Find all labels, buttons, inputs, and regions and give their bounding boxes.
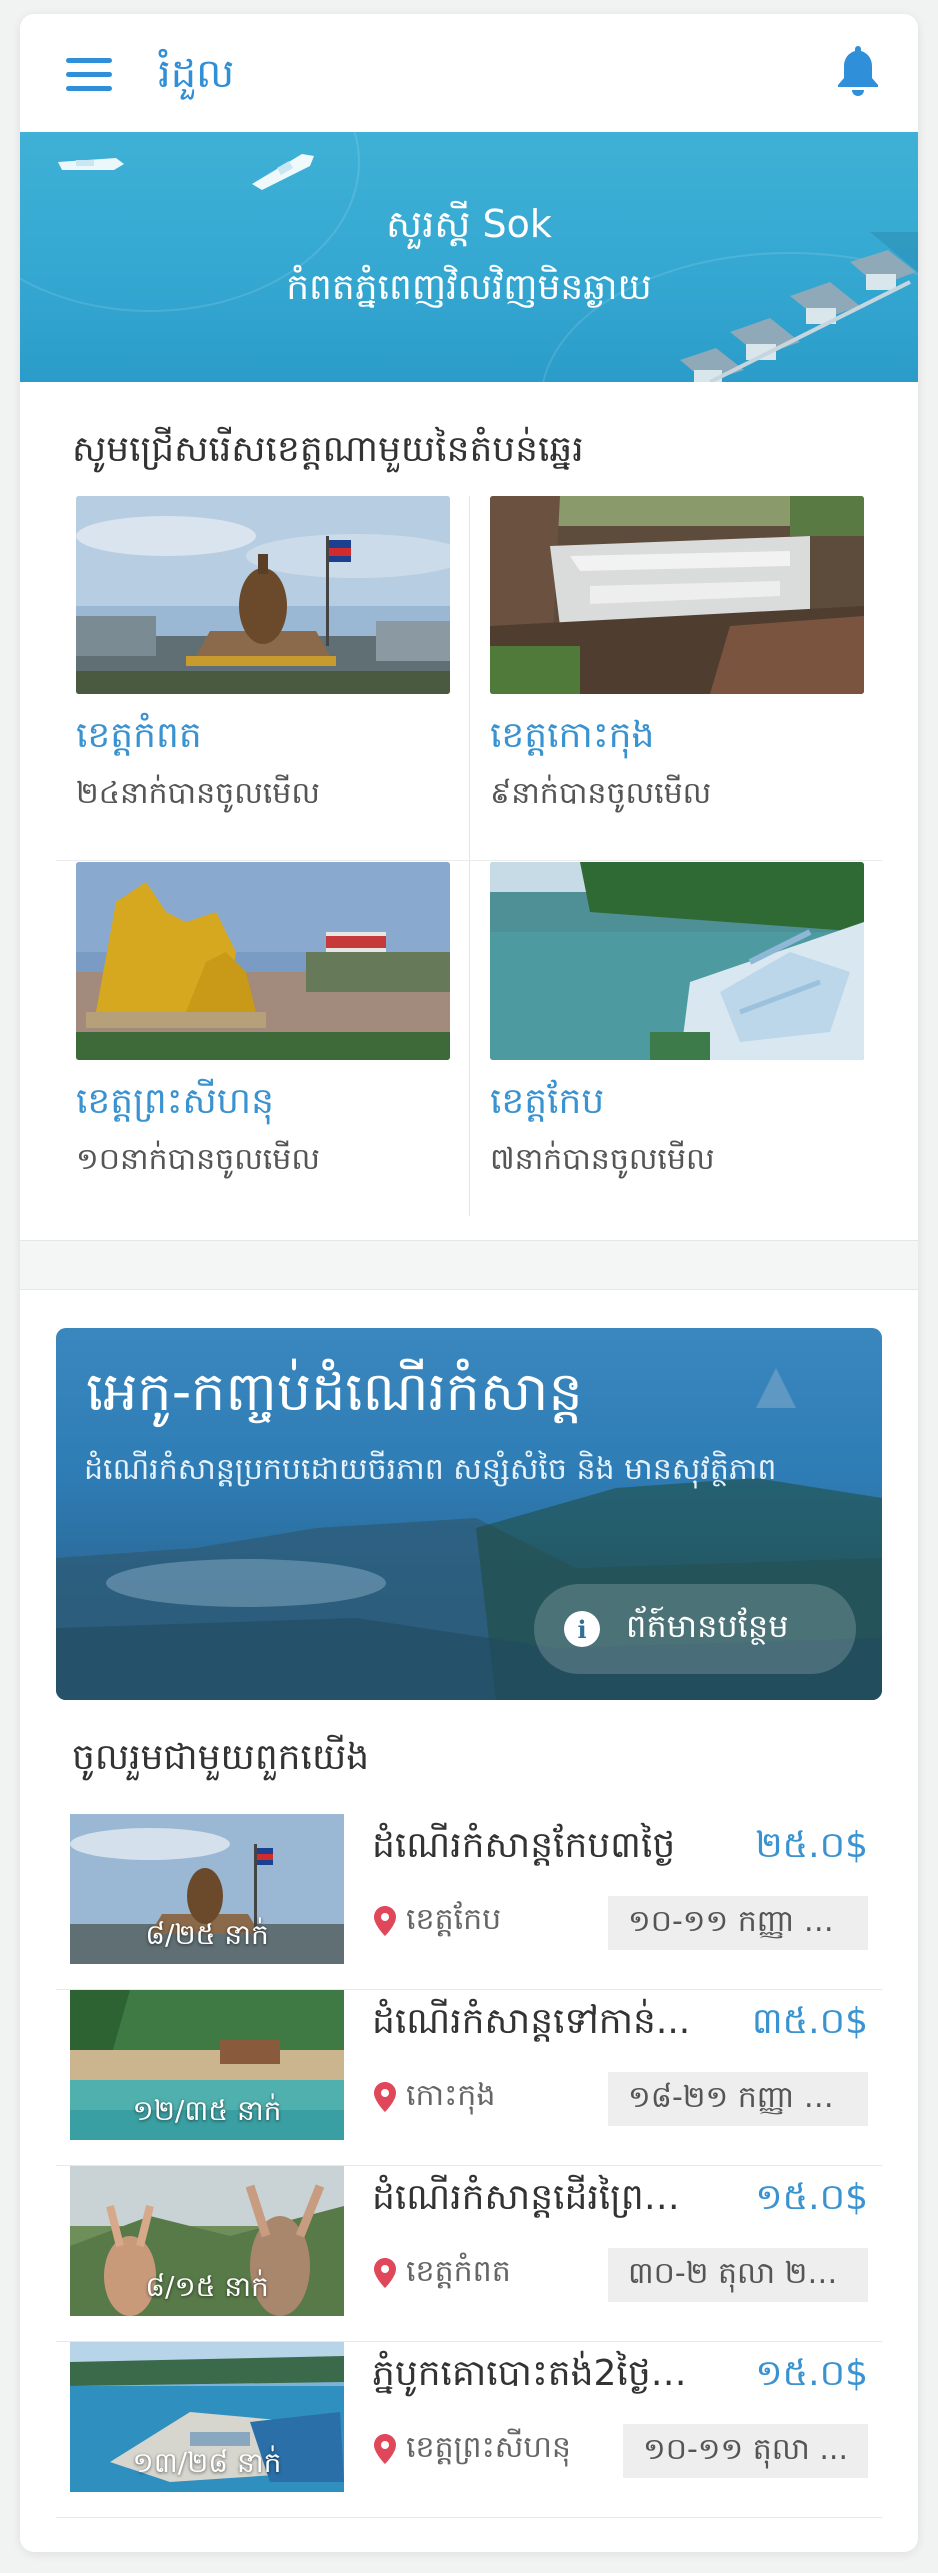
trip-location: ខេត្តកំពត xyxy=(406,2254,511,2289)
province-card-kep[interactable]: ខេត្តកែប ៧នាក់បានចូលមើល xyxy=(470,862,880,1222)
trip-price: ២៥.០$ xyxy=(755,1825,868,1866)
trip-title: ដំណើរកំសាន្តកែប៣ថ្ងៃ xyxy=(372,1825,676,1866)
hero-tagline: កំពតភ្នំពេញវិលវិញមិនឆ្ងាយ xyxy=(286,267,652,308)
province-grid: ខេត្តកំពត ២៤នាក់បានចូលមើល ខេត្តកោះកុង ៩ន… xyxy=(56,496,882,1236)
trip-date: ១៨-២១ កញ្ញា ២០២១ xyxy=(608,2072,868,2126)
province-card-sihanoukville[interactable]: ខេត្តព្រះសីហនុ ១០នាក់បានចូលមើល xyxy=(56,862,466,1222)
trip-participant-count: ១៣/២៨ នាក់ xyxy=(132,2446,282,2479)
trip-participant-count: ១២/៣៥ នាក់ xyxy=(132,2094,282,2127)
trip-price: ១៥.០$ xyxy=(755,2177,868,2218)
trip-location: ខេត្តកែប xyxy=(406,1902,502,1937)
province-section-title: សូមជ្រើសរើសខេត្តណាមួយនៃតំបន់ឆ្នេរ xyxy=(72,429,584,470)
trip-photo: ១៣/២៨ នាក់ xyxy=(70,2342,344,2492)
province-name: ខេត្តកំពត xyxy=(76,715,202,756)
info-icon: i xyxy=(564,1611,600,1647)
province-photo xyxy=(490,496,864,694)
trip-price: ៣៥.០$ xyxy=(751,2001,868,2042)
location-pin-icon xyxy=(374,2434,396,2464)
boat-icon xyxy=(58,158,124,170)
banner-title: អេកូ-កញ្ចប់ដំណើរកំសាន្ត xyxy=(86,1360,583,1423)
more-info-label: ព័ត៍មានបន្ថែម xyxy=(626,1606,789,1645)
location-pin-icon xyxy=(374,2082,396,2112)
bell-icon[interactable] xyxy=(834,44,882,98)
boat-icon xyxy=(252,154,314,190)
trips-section-title: ចូលរួមជាមួយពួកយើង xyxy=(72,1737,370,1778)
trip-title: ភ្នំបូកគោបោះតង់2ថ្ងៃ1យប់ xyxy=(372,2353,702,2394)
trip-title: ដំណើរកំសាន្តទៅកាន់... xyxy=(372,2001,691,2042)
trip-list-item[interactable]: ៨/២៥ នាក់ ដំណើរកំសាន្តកែប៣ថ្ងៃ ២៥.០$ ខេត… xyxy=(56,1814,882,1990)
app-title: រំដួល xyxy=(158,51,235,97)
trip-price: ១៥.០$ xyxy=(755,2353,868,2394)
province-name: ខេត្តព្រះសីហនុ xyxy=(76,1081,274,1122)
trip-list-item[interactable]: ៨/១៥ នាក់ ដំណើរកំសាន្តដើរព្រៃនៅ... ១៥.០$… xyxy=(56,2166,882,2342)
province-views: ២៤នាក់បានចូលមើល xyxy=(76,776,320,811)
province-views: ១០នាក់បានចូលមើល xyxy=(76,1142,320,1177)
province-views: ៩នាក់បានចូលមើល xyxy=(490,776,712,811)
province-photo xyxy=(76,862,450,1060)
trip-list-item[interactable]: ១២/៣៥ នាក់ ដំណើរកំសាន្តទៅកាន់... ៣៥.០$ ក… xyxy=(56,1990,882,2166)
province-name: ខេត្តកោះកុង xyxy=(490,715,655,756)
location-pin-icon xyxy=(374,2258,396,2288)
trip-title: ដំណើរកំសាន្តដើរព្រៃនៅ... xyxy=(372,2177,702,2218)
province-views: ៧នាក់បានចូលមើល xyxy=(490,1142,715,1177)
trip-date: ៣០-២ តុលា ២០២១ xyxy=(608,2248,868,2302)
province-photo xyxy=(76,496,450,694)
hero-banner: សួរស្តី Sok កំពតភ្នំពេញវិលវិញមិនឆ្ងាយ xyxy=(20,132,918,382)
trip-photo: ១២/៣៥ នាក់ xyxy=(70,1990,344,2140)
app-screen: រំដួល សួរស្តី Sok កំពតភ្នំពេញវិលវិញមិនឆ្… xyxy=(20,14,918,2552)
banner-subtitle: ដំណើរកំសាន្តប្រកបដោយចីរភាព សន្សំសំចៃ និង… xyxy=(84,1452,777,1487)
trip-list-item[interactable]: ១៣/២៨ នាក់ ភ្នំបូកគោបោះតង់2ថ្ងៃ1យប់ ១៥.០… xyxy=(56,2342,882,2518)
trip-date: ១០-១១ តុលា ... xyxy=(623,2424,868,2478)
province-card-kampot[interactable]: ខេត្តកំពត ២៤នាក់បានចូលមើល xyxy=(56,496,466,856)
eco-package-banner[interactable]: អេកូ-កញ្ចប់ដំណើរកំសាន្ត ដំណើរកំសាន្តប្រក… xyxy=(56,1328,882,1700)
trip-participant-count: ៨/១៥ នាក់ xyxy=(145,2270,269,2303)
hero-greeting: សួរស្តី Sok xyxy=(386,202,552,246)
grid-divider xyxy=(56,860,882,861)
province-name: ខេត្តកែប xyxy=(490,1081,605,1122)
trip-location: ខេត្តព្រះសីហនុ xyxy=(406,2430,571,2465)
trip-participant-count: ៨/២៥ នាក់ xyxy=(145,1918,269,1951)
trip-photo: ៨/១៥ នាក់ xyxy=(70,2166,344,2316)
trip-photo: ៨/២៥ នាក់ xyxy=(70,1814,344,1964)
trip-date: ១០-១១ កញ្ញា ២០២១ xyxy=(608,1896,868,1950)
section-separator xyxy=(20,1240,918,1290)
province-card-koh-kong[interactable]: ខេត្តកោះកុង ៩នាក់បានចូលមើល xyxy=(470,496,880,856)
top-app-bar: រំដួល xyxy=(20,14,918,132)
trip-location: កោះកុង xyxy=(406,2078,496,2113)
more-info-button[interactable]: i ព័ត៍មានបន្ថែម xyxy=(534,1584,856,1674)
hamburger-menu-icon[interactable] xyxy=(66,58,112,92)
location-pin-icon xyxy=(374,1906,396,1936)
province-photo xyxy=(490,862,864,1060)
